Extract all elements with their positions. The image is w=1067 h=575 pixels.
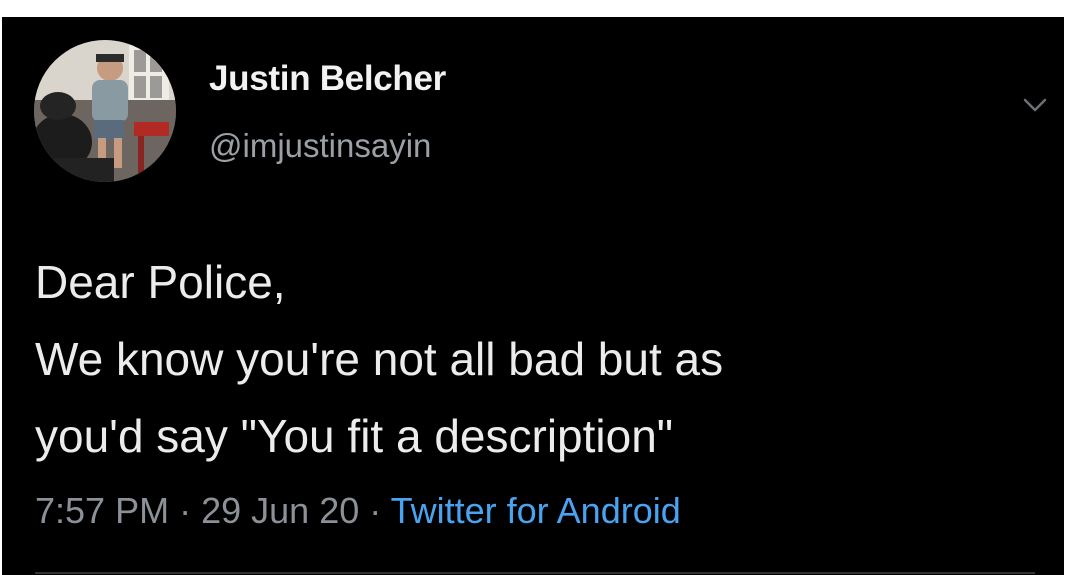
avatar[interactable] xyxy=(34,40,176,182)
tweet-card: Justin Belcher @imjustinsayin Dear Polic… xyxy=(2,17,1064,575)
divider xyxy=(35,572,1035,574)
meta-separator: · xyxy=(369,490,382,531)
user-handle[interactable]: @imjustinsayin xyxy=(209,127,431,165)
display-name[interactable]: Justin Belcher xyxy=(209,59,446,99)
avatar-photo-icon xyxy=(34,40,176,182)
tweet-line: We know you're not all bad but as xyxy=(35,333,724,385)
tweet-line: Dear Police, xyxy=(35,256,286,308)
more-options-button[interactable] xyxy=(1020,93,1050,117)
chevron-down-icon xyxy=(1023,98,1047,112)
screenshot-frame: Justin Belcher @imjustinsayin Dear Polic… xyxy=(0,0,1067,575)
tweet-metadata: 7:57 PM · 29 Jun 20 · Twitter for Androi… xyxy=(35,490,681,532)
tweet-date[interactable]: 29 Jun 20 xyxy=(201,490,359,531)
tweet-source-link[interactable]: Twitter for Android xyxy=(391,490,681,531)
tweet-line: you'd say "You fit a description" xyxy=(35,410,674,462)
meta-separator: · xyxy=(179,490,192,531)
tweet-text: Dear Police, We know you're not all bad … xyxy=(35,244,1045,475)
tweet-time[interactable]: 7:57 PM xyxy=(35,490,169,531)
